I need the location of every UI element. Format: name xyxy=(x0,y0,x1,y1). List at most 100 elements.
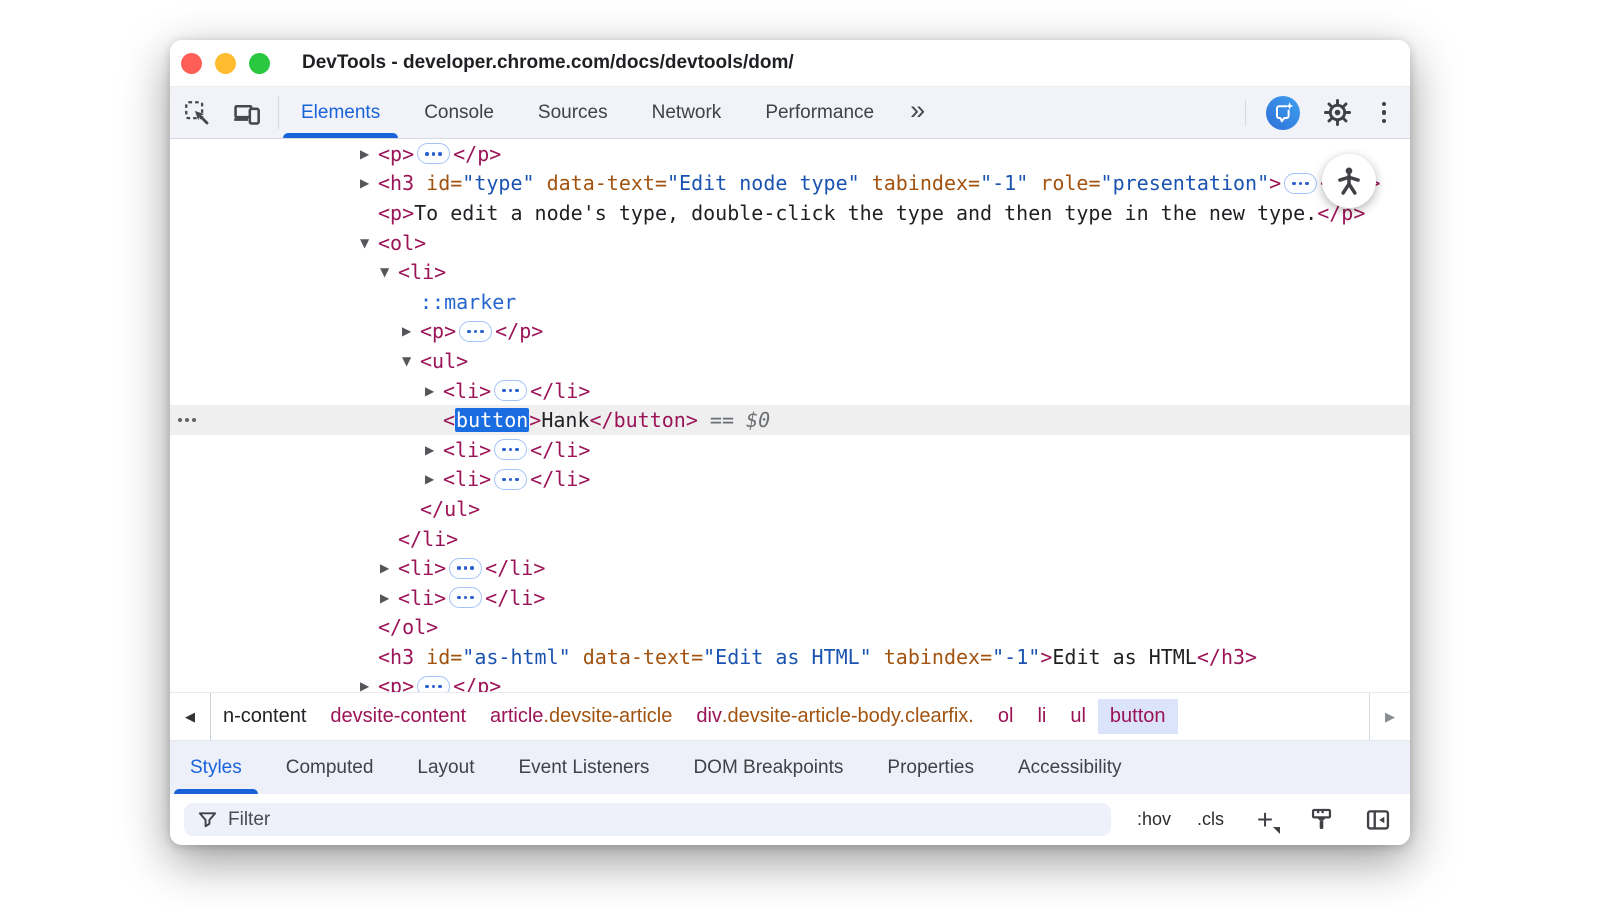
breadcrumb-item-article[interactable]: article.devsite-article xyxy=(478,699,684,734)
collapsed-children-ellipsis-button[interactable] xyxy=(449,587,482,608)
styles-tab-event-listeners[interactable]: Event Listeners xyxy=(516,741,651,794)
breadcrumb-scroll-left-icon[interactable]: ◀ xyxy=(170,693,211,740)
node-options-dots-icon[interactable] xyxy=(178,418,196,422)
dom-tree-row[interactable]: ▼<ul> xyxy=(170,346,1410,376)
collapsed-children-ellipsis-button[interactable] xyxy=(494,380,527,401)
styles-tab-dom-breakpoints[interactable]: DOM Breakpoints xyxy=(691,741,845,794)
toggle-sidebar-icon[interactable] xyxy=(1362,803,1394,837)
new-style-rule-button[interactable]: + xyxy=(1250,803,1280,837)
collapsed-children-ellipsis-button[interactable] xyxy=(1284,173,1317,194)
collapsed-children-ellipsis-button[interactable] xyxy=(494,469,527,490)
dom-token: data-text= xyxy=(547,171,667,195)
expand-closed-icon[interactable]: ▶ xyxy=(425,384,443,398)
collapsed-children-ellipsis-button[interactable] xyxy=(449,558,482,579)
tab-network[interactable]: Network xyxy=(650,87,724,138)
dom-tree-row[interactable]: ▶<li></li> xyxy=(170,465,1410,495)
expand-closed-icon[interactable]: ▶ xyxy=(425,443,443,457)
dom-token: </p> xyxy=(453,142,501,166)
dom-tree-row[interactable]: ▶<li></li> xyxy=(170,553,1410,583)
breadcrumb-item-button[interactable]: button xyxy=(1098,699,1178,734)
breadcrumb-item-li[interactable]: li xyxy=(1025,699,1058,734)
breadcrumb-item-div[interactable]: div.devsite-article-body.clearfix. xyxy=(684,699,986,734)
dom-tree-row[interactable]: ▶<p></p> xyxy=(170,317,1410,347)
collapsed-children-ellipsis-button[interactable] xyxy=(417,143,450,164)
tab-elements[interactable]: Elements xyxy=(299,87,382,138)
dom-token: <ol> xyxy=(378,231,426,255)
dom-token xyxy=(571,645,583,669)
accessibility-cursor-icon xyxy=(1322,154,1376,208)
toggle-element-state-button[interactable]: :hov xyxy=(1137,809,1171,830)
expand-closed-icon[interactable]: ▶ xyxy=(360,176,378,190)
tab-console[interactable]: Console xyxy=(422,87,496,138)
styles-filter-input[interactable] xyxy=(184,803,1111,836)
kebab-menu-icon[interactable] xyxy=(1374,102,1394,124)
expand-open-icon[interactable]: ▼ xyxy=(360,236,378,250)
expand-open-icon[interactable]: ▼ xyxy=(380,265,398,279)
window-title: DevTools - developer.chrome.com/docs/dev… xyxy=(302,52,794,74)
breadcrumb-scroll-right-icon[interactable]: ▶ xyxy=(1369,693,1410,740)
dom-tree-row[interactable]: </li> xyxy=(170,524,1410,554)
zoom-window-button[interactable] xyxy=(249,53,270,74)
ai-assistance-icon[interactable] xyxy=(1266,96,1300,130)
collapsed-children-ellipsis-button[interactable] xyxy=(459,321,492,342)
dom-tree-row[interactable]: ▶<li></li> xyxy=(170,376,1410,406)
styles-filter-bar: :hov .cls + xyxy=(170,794,1410,845)
minimize-window-button[interactable] xyxy=(215,53,236,74)
close-window-button[interactable] xyxy=(181,53,202,74)
dom-tree-row[interactable]: ▶<li></li> xyxy=(170,435,1410,465)
styles-tab-accessibility[interactable]: Accessibility xyxy=(1016,741,1123,794)
dom-token: Edit as HTML xyxy=(1052,645,1197,669)
dom-tree-row[interactable]: ▶<h3 id="type" data-text="Edit node type… xyxy=(170,169,1410,199)
dom-token: <li> xyxy=(398,260,446,284)
expand-open-icon[interactable]: ▼ xyxy=(402,354,420,368)
dom-tree-row[interactable]: ▶<li></li> xyxy=(170,583,1410,613)
dom-token: "presentation" xyxy=(1101,171,1270,195)
dom-token: <p> xyxy=(420,319,456,343)
dom-token xyxy=(535,171,547,195)
dom-tree-row[interactable]: <h3 id="as-html" data-text="Edit as HTML… xyxy=(170,642,1410,672)
expand-closed-icon[interactable]: ▶ xyxy=(360,147,378,161)
dom-token: ::marker xyxy=(420,290,516,314)
expand-closed-icon[interactable]: ▶ xyxy=(380,561,398,575)
dom-tree-row[interactable]: ▼<li> xyxy=(170,257,1410,287)
dom-tree-row[interactable]: ▶<p></p> xyxy=(170,139,1410,169)
dom-tree-row[interactable]: ::marker xyxy=(170,287,1410,317)
dom-token: </li> xyxy=(530,467,590,491)
dom-token: "Edit node type" xyxy=(667,171,860,195)
collapsed-children-ellipsis-button[interactable] xyxy=(494,439,527,460)
breadcrumb-item-ol[interactable]: ol xyxy=(986,699,1026,734)
styles-tab-styles[interactable]: Styles xyxy=(188,741,244,794)
breadcrumb-item-n-content[interactable]: n-content xyxy=(211,699,318,734)
dom-tree-row[interactable]: </ol> xyxy=(170,613,1410,643)
inspect-element-icon[interactable] xyxy=(180,96,214,130)
dom-tree-row[interactable]: <p>To edit a node's type, double-click t… xyxy=(170,198,1410,228)
styles-tab-computed[interactable]: Computed xyxy=(284,741,376,794)
styles-tab-layout[interactable]: Layout xyxy=(415,741,476,794)
dom-tree-row[interactable]: ▶<p></p> xyxy=(170,672,1410,692)
dom-token: "type" xyxy=(462,171,534,195)
toggle-class-button[interactable]: .cls xyxy=(1197,809,1224,830)
expand-closed-icon[interactable]: ▶ xyxy=(360,679,378,692)
paint-brush-icon[interactable] xyxy=(1306,803,1336,837)
tab-performance[interactable]: Performance xyxy=(763,87,876,138)
dom-token: </li> xyxy=(485,586,545,610)
toolbar-right-divider xyxy=(1245,100,1246,126)
expand-closed-icon[interactable]: ▶ xyxy=(425,472,443,486)
settings-gear-icon[interactable] xyxy=(1320,96,1354,130)
device-toolbar-icon[interactable] xyxy=(230,96,264,130)
breadcrumb-item-ul[interactable]: ul xyxy=(1058,699,1098,734)
collapsed-children-ellipsis-button[interactable] xyxy=(417,676,450,692)
dom-tree-row[interactable]: </ul> xyxy=(170,494,1410,524)
styles-tab-properties[interactable]: Properties xyxy=(885,741,976,794)
dom-token: <li> xyxy=(443,379,491,403)
tab-sources[interactable]: Sources xyxy=(536,87,610,138)
expand-closed-icon[interactable]: ▶ xyxy=(402,324,420,338)
dom-token: tabindex= xyxy=(872,171,980,195)
dom-token: "Edit as HTML" xyxy=(703,645,872,669)
dom-tree-row[interactable]: ▼<ol> xyxy=(170,228,1410,258)
breadcrumb-item-devsite-content[interactable]: devsite-content xyxy=(318,699,478,734)
dom-token: </ul> xyxy=(420,497,480,521)
more-tabs-button[interactable]: » xyxy=(910,87,925,138)
dom-tree-row-selected[interactable]: <button>Hank</button> == $0 xyxy=(170,405,1410,435)
expand-closed-icon[interactable]: ▶ xyxy=(380,591,398,605)
